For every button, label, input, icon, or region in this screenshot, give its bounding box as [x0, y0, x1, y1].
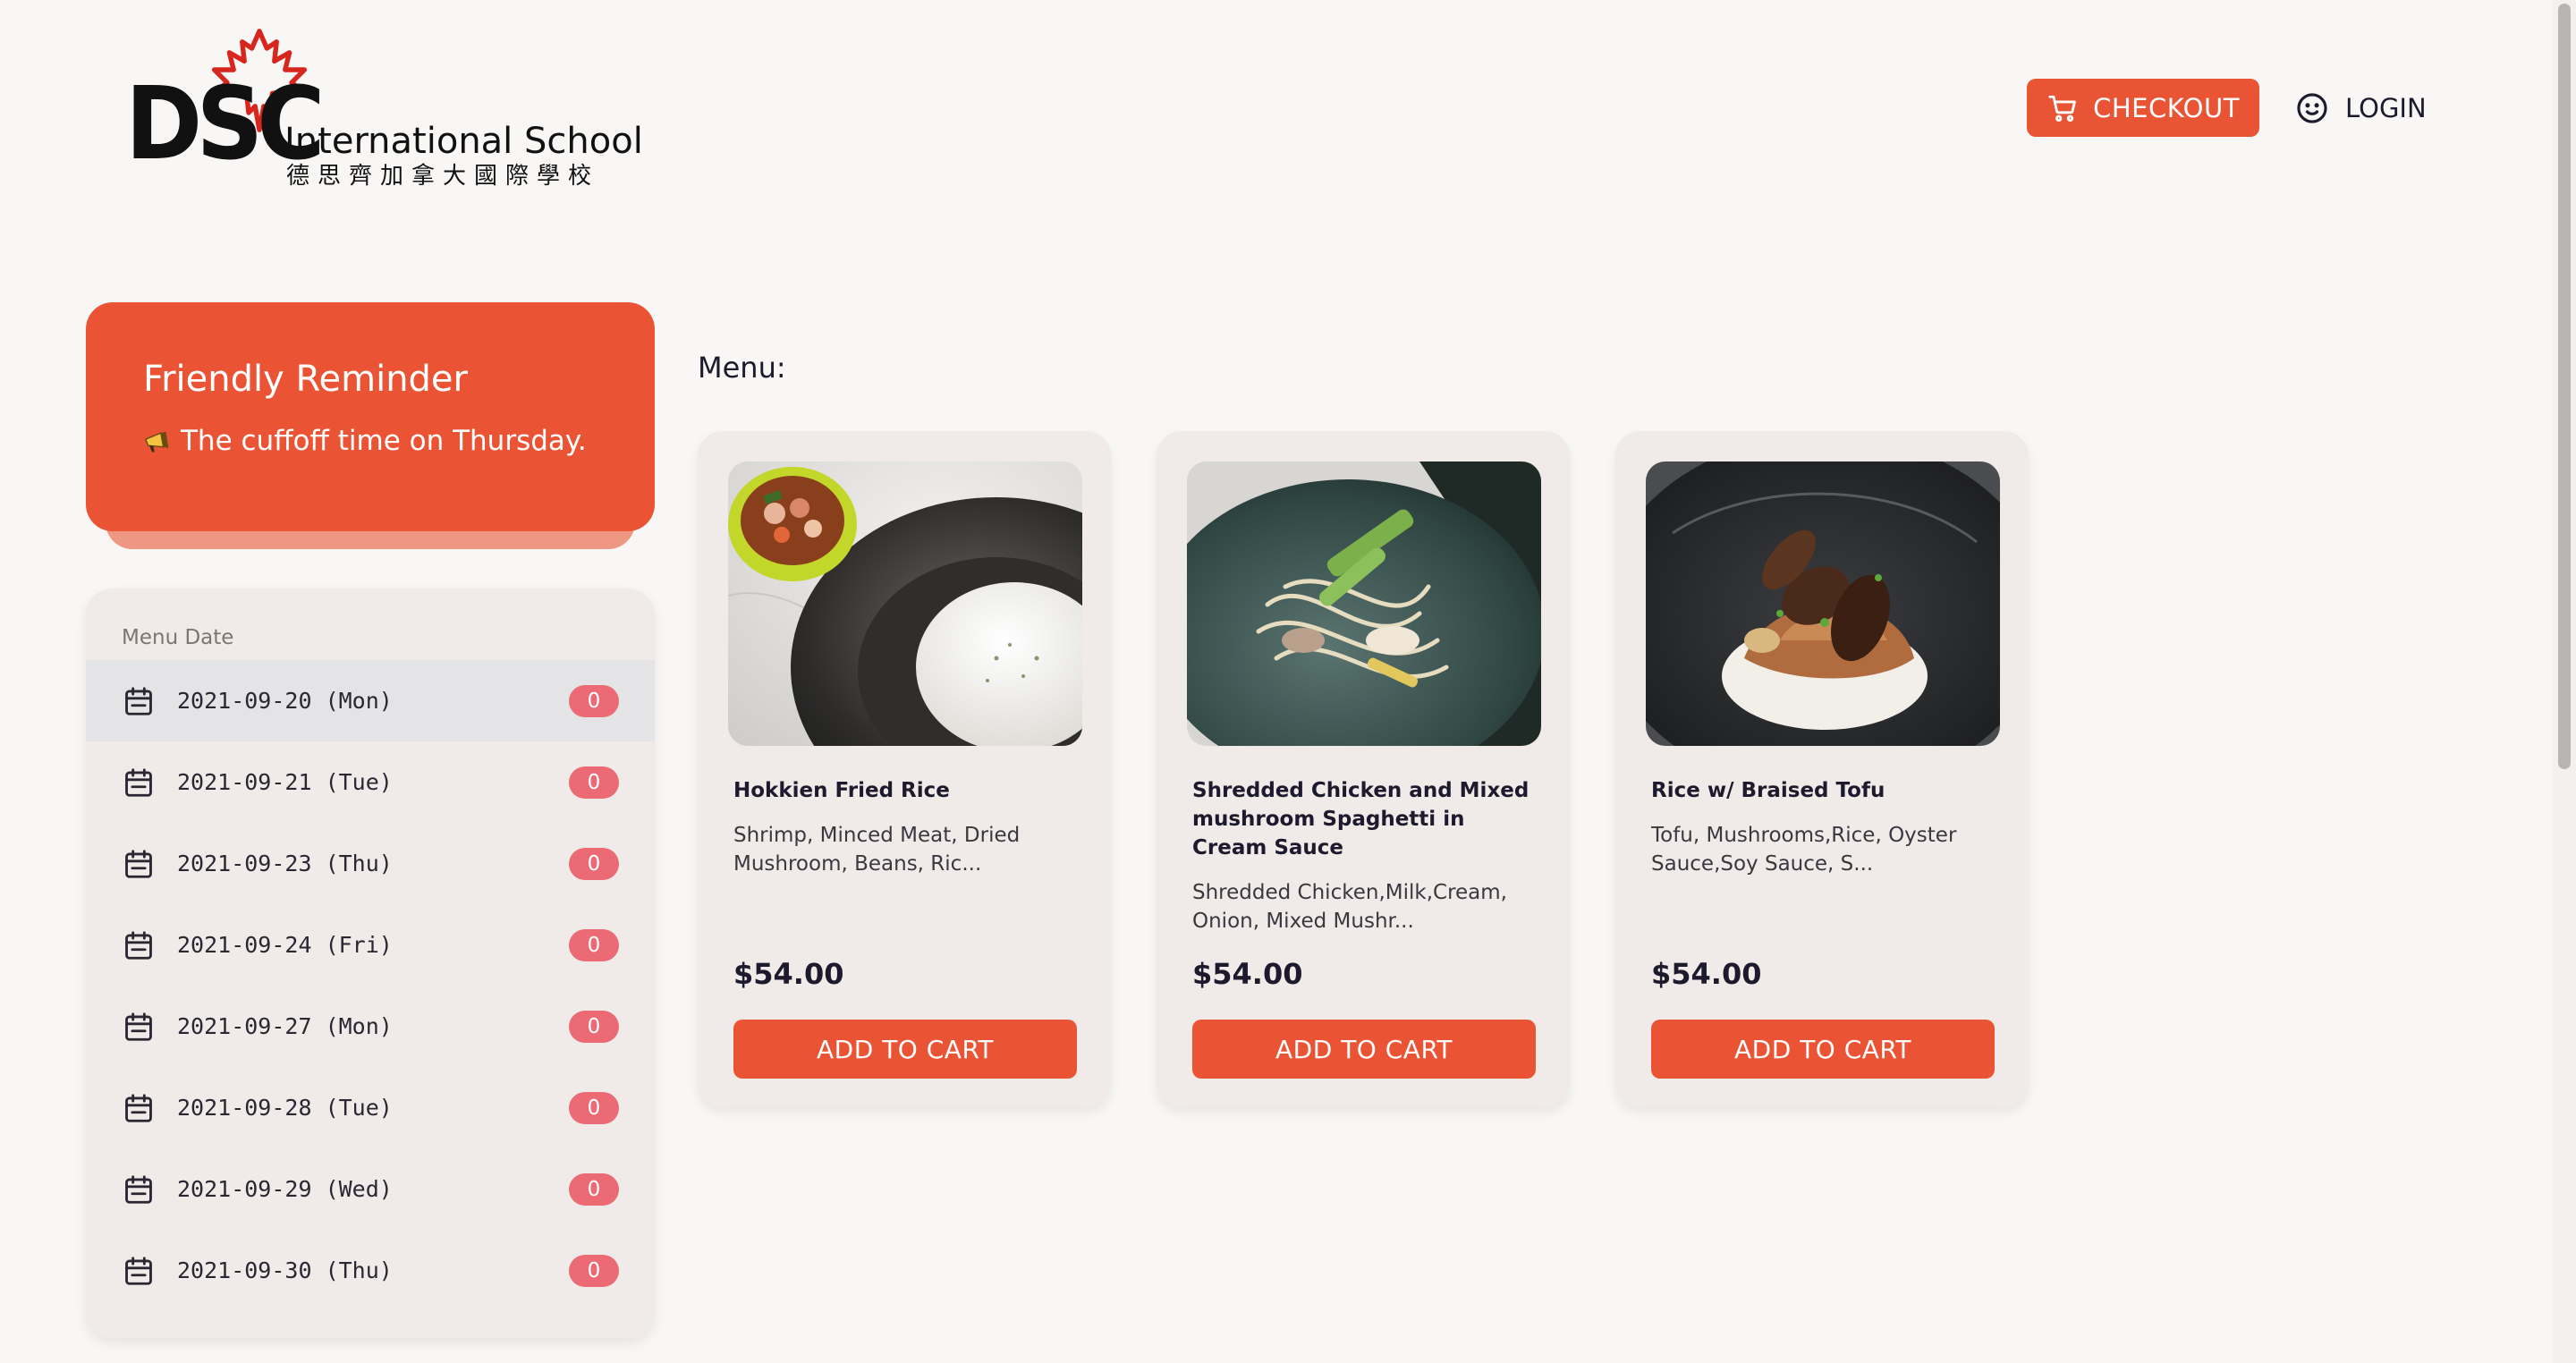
dish-name: Shredded Chicken and Mixed mushroom Spag…: [1192, 779, 1530, 859]
menu-date-label: 2021-09-23 (Thu): [177, 851, 393, 876]
page-scrollbar[interactable]: [2553, 0, 2576, 1363]
calendar-icon: [125, 1093, 152, 1122]
reminder-text: The cuffoff time on Thursday.: [181, 425, 587, 457]
dish-name: Rice w/ Braised Tofu: [1651, 779, 1885, 802]
menu-date-item[interactable]: 2021-09-29 (Wed) 0: [86, 1148, 655, 1230]
menu-date-label: 2021-09-20 (Mon): [177, 688, 393, 714]
dish-price: $54.00: [1192, 957, 1303, 991]
menu-date-item[interactable]: 2021-09-20 (Mon) 0: [86, 660, 655, 741]
food-image: [1187, 461, 1541, 746]
dish-price: $54.00: [733, 957, 844, 991]
menu-date-item[interactable]: 2021-09-21 (Tue) 0: [86, 741, 655, 823]
menu-date-title: Menu Date: [122, 626, 234, 649]
reminder-line: The cuffoff time on Thursday.: [143, 428, 655, 455]
dish-name: Hokkien Fried Rice: [733, 779, 950, 802]
menu-date-item[interactable]: 2021-09-27 (Mon) 0: [86, 986, 655, 1067]
smiley-icon: [2297, 92, 2327, 123]
menu-date-label: 2021-09-29 (Wed): [177, 1176, 393, 1202]
menu-date-list: 2021-09-20 (Mon) 0 2021-09-21 (Tue) 0 20…: [86, 660, 655, 1311]
login-button[interactable]: LOGIN: [2295, 79, 2429, 137]
logo-name-en: International School: [284, 121, 643, 162]
cart-count-badge: 0: [569, 1254, 619, 1287]
calendar-icon: [125, 849, 152, 878]
reminder-title: Friendly Reminder: [143, 359, 468, 400]
cart-count-badge: 0: [569, 1091, 619, 1124]
login-label: LOGIN: [2345, 92, 2427, 123]
checkout-button[interactable]: CHECKOUT: [2027, 79, 2259, 137]
add-to-cart-button[interactable]: ADD TO CART: [1192, 1020, 1536, 1079]
cart-icon: [2048, 95, 2076, 122]
menu-date-item[interactable]: 2021-09-24 (Fri) 0: [86, 904, 655, 986]
cart-count-badge: 0: [569, 766, 619, 799]
add-to-cart-button[interactable]: ADD TO CART: [1651, 1020, 1995, 1079]
reminder-card: Friendly Reminder The cuffoff time on Th…: [86, 302, 655, 549]
menu-card-hokkien-fried-rice: Hokkien Fried Rice Shrimp, Minced Meat, …: [698, 431, 1111, 1107]
dish-description: Shredded Chicken,Milk,Cream, Onion, Mixe…: [1192, 881, 1507, 933]
scrollbar-thumb[interactable]: [2558, 4, 2571, 769]
menu-date-item[interactable]: 2021-09-23 (Thu) 0: [86, 823, 655, 904]
calendar-icon: [125, 767, 152, 797]
dish-price: $54.00: [1651, 957, 1762, 991]
menu-card-chicken-spaghetti: Shredded Chicken and Mixed mushroom Spag…: [1157, 431, 1570, 1107]
cart-count-badge: 0: [569, 847, 619, 880]
menu-date-panel: Menu Date 2021-09-20 (Mon) 0 2021-09-21 …: [86, 588, 655, 1338]
reminder-body: Friendly Reminder The cuffoff time on Th…: [86, 302, 655, 531]
checkout-label: CHECKOUT: [2093, 92, 2240, 123]
add-to-cart-button[interactable]: ADD TO CART: [733, 1020, 1077, 1079]
menu-date-item[interactable]: 2021-09-30 (Thu) 0: [86, 1230, 655, 1311]
dish-description: Tofu, Mushrooms,Rice, Oyster Sauce,Soy S…: [1651, 824, 1957, 876]
cart-count-badge: 0: [569, 928, 619, 961]
logo-name-zh: 德思齊加拿大國際學校: [286, 163, 600, 190]
calendar-icon: [125, 1256, 152, 1285]
cart-count-badge: 0: [569, 684, 619, 717]
food-image: [1646, 461, 2000, 746]
cart-count-badge: 0: [569, 1010, 619, 1043]
school-logo[interactable]: DSC International School 德思齊加拿大國際學校: [125, 27, 643, 197]
cart-count-badge: 0: [569, 1173, 619, 1206]
calendar-icon: [125, 686, 152, 715]
menu-date-label: 2021-09-28 (Tue): [177, 1095, 393, 1121]
menu-card-braised-tofu: Rice w/ Braised Tofu Tofu, Mushrooms,Ric…: [1615, 431, 2029, 1107]
menu-date-label: 2021-09-24 (Fri): [177, 932, 393, 958]
dish-description: Shrimp, Minced Meat, Dried Mushroom, Bea…: [733, 824, 1021, 876]
food-image: [728, 461, 1082, 746]
calendar-icon: [125, 1174, 152, 1204]
calendar-icon: [125, 1012, 152, 1041]
menu-date-label: 2021-09-21 (Tue): [177, 769, 393, 795]
menu-date-label: 2021-09-30 (Thu): [177, 1257, 393, 1283]
menu-heading: Menu:: [698, 351, 786, 385]
menu-date-item[interactable]: 2021-09-28 (Tue) 0: [86, 1067, 655, 1148]
calendar-icon: [125, 930, 152, 960]
megaphone-icon: [144, 431, 169, 452]
menu-date-label: 2021-09-27 (Mon): [177, 1013, 393, 1039]
